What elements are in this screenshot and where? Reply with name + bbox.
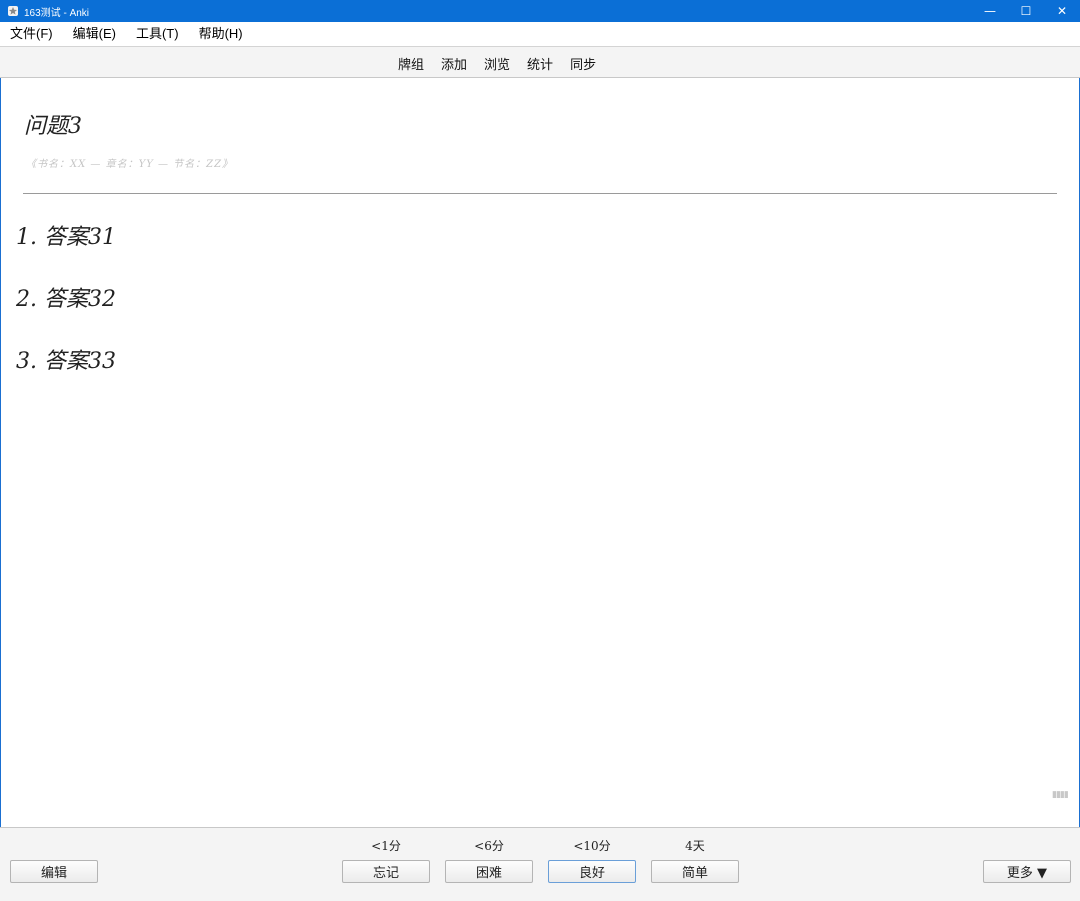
anki-star-icon [6, 4, 20, 18]
review-bottom-bar: 编辑 <1分 <6分 <10分 4天 忘记 困难 良好 简单 更多 ▼ [0, 827, 1080, 901]
main-toolbar: 牌组 添加 浏览 统计 同步 [0, 46, 1080, 78]
card-source: 《书名：XX — 章名：YY — 节名：ZZ》 [26, 159, 234, 170]
answer-item: 2. 答案32 [16, 287, 116, 312]
title-bar: 163测试 - Anki — ☐ ✕ [0, 0, 1080, 22]
toolbar-sync-link[interactable]: 同步 [570, 54, 596, 73]
interval-easy: 4天 [685, 839, 705, 853]
menu-bar: 文件(F) 编辑(E) 工具(T) 帮助(H) [0, 22, 1080, 46]
toolbar-browse-link[interactable]: 浏览 [484, 54, 510, 73]
interval-hard: <6分 [474, 839, 504, 853]
toolbar-stats-link[interactable]: 统计 [527, 54, 553, 73]
answer-item: 1. 答案31 [16, 225, 116, 250]
window-title: 163测试 - Anki [24, 7, 90, 19]
menu-edit[interactable]: 编辑(E) [63, 22, 126, 46]
window-frame [0, 0, 1080, 901]
interval-good: <10分 [573, 839, 611, 853]
toolbar-add-link[interactable]: 添加 [441, 54, 467, 73]
answer-item: 3. 答案33 [16, 349, 116, 374]
window-controls: — ☐ ✕ [972, 0, 1080, 22]
again-button[interactable]: 忘记 [342, 860, 430, 883]
answer-list: 1. 答案31 2. 答案32 3. 答案33 [16, 222, 116, 408]
answer-divider [23, 193, 1057, 194]
maximize-button[interactable]: ☐ [1008, 0, 1044, 22]
hard-button[interactable]: 困难 [445, 860, 533, 883]
edit-button[interactable]: 编辑 [10, 860, 98, 883]
good-button[interactable]: 良好 [548, 860, 636, 883]
menu-help[interactable]: 帮助(H) [189, 22, 253, 46]
close-button[interactable]: ✕ [1044, 0, 1080, 22]
toolbar-decks-link[interactable]: 牌组 [398, 54, 424, 73]
minimize-button[interactable]: — [972, 0, 1008, 22]
menu-file[interactable]: 文件(F) [0, 22, 63, 46]
card-question: 问题3 [24, 114, 82, 139]
resize-grip-icon[interactable]: ▮▮▮▮ [1052, 790, 1069, 800]
more-button[interactable]: 更多 ▼ [983, 860, 1071, 883]
easy-button[interactable]: 简单 [651, 860, 739, 883]
menu-tools[interactable]: 工具(T) [126, 22, 189, 46]
toolbar-links: 牌组 添加 浏览 统计 同步 [398, 47, 613, 79]
interval-again: <1分 [371, 839, 401, 853]
